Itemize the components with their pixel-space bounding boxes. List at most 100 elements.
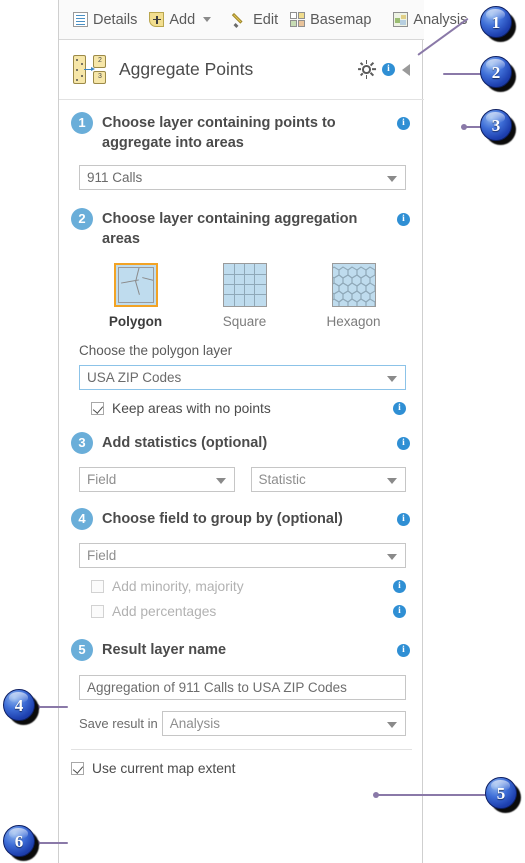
use-extent-label: Use current map extent bbox=[92, 761, 236, 777]
callout-badge-6: 6 bbox=[3, 825, 39, 861]
square-grid-icon bbox=[222, 263, 267, 308]
collapse-left-icon[interactable] bbox=[402, 63, 410, 76]
step-5-row: 5 Result layer name i bbox=[59, 639, 424, 662]
use-extent-checkbox[interactable] bbox=[71, 762, 84, 776]
add-percentages-info-icon[interactable]: i bbox=[393, 605, 406, 619]
callout-badge-5: 5 bbox=[485, 777, 521, 813]
gear-icon[interactable] bbox=[358, 60, 375, 79]
groupby-field-select[interactable]: Field bbox=[79, 543, 406, 569]
polygon-layer-value: USA ZIP Codes bbox=[87, 370, 182, 386]
geometry-label-polygon: Polygon bbox=[108, 314, 163, 330]
basemap-icon bbox=[290, 12, 306, 27]
section-divider bbox=[71, 749, 412, 751]
step-3-info-icon[interactable]: i bbox=[397, 437, 410, 451]
keep-areas-label: Keep areas with no points bbox=[112, 401, 271, 417]
callout-5-number: 5 bbox=[496, 783, 506, 803]
toolbar-label-basemap: Basemap bbox=[310, 11, 372, 28]
result-name-input[interactable]: Aggregation of 911 Calls to USA ZIP Code… bbox=[79, 675, 406, 701]
step-2-row: 2 Choose layer containing aggregation ar… bbox=[59, 208, 424, 249]
hexagon-grid-svg bbox=[332, 266, 375, 307]
screenshot-root: Details Add Edit Basemap Analysis 2 3 Ag… bbox=[0, 0, 525, 863]
hexagon-grid-icon bbox=[331, 263, 376, 308]
chevron-down-icon bbox=[387, 175, 397, 182]
step-4-label: Choose field to group by (optional) bbox=[102, 511, 343, 528]
chevron-down-icon bbox=[387, 553, 397, 560]
use-extent-row: Use current map extent bbox=[59, 761, 424, 776]
polygon-layer-select[interactable]: USA ZIP Codes bbox=[79, 365, 406, 391]
geometry-option-square[interactable]: Square bbox=[190, 263, 299, 329]
map-toolbar: Details Add Edit Basemap Analysis bbox=[59, 0, 467, 40]
step-2-bullet: 2 bbox=[71, 208, 93, 231]
keep-areas-checkbox[interactable] bbox=[91, 402, 104, 416]
points-layer-select[interactable]: 911 Calls bbox=[79, 165, 406, 191]
info-icon[interactable]: i bbox=[382, 63, 395, 76]
callout-badge-4: 4 bbox=[3, 689, 39, 725]
chevron-down-icon bbox=[387, 477, 397, 484]
step-5-bullet: 5 bbox=[71, 639, 93, 662]
groupby-field-value: Field bbox=[87, 548, 117, 564]
add-percentages-row: Add percentages i bbox=[59, 604, 424, 619]
toolbar-label-details: Details bbox=[93, 11, 138, 28]
add-icon bbox=[149, 12, 165, 27]
toolbar-button-add[interactable]: Add bbox=[143, 6, 217, 34]
save-result-row: Save result in Analysis bbox=[59, 711, 424, 737]
analysis-tool-panel: Details Add Edit Basemap Analysis 2 3 Ag… bbox=[58, 0, 467, 863]
geometry-option-polygon[interactable]: Polygon bbox=[81, 263, 190, 329]
callout-badge-1: 1 bbox=[480, 6, 516, 42]
toolbar-button-details[interactable]: Details bbox=[67, 6, 143, 34]
tool-header-actions: i bbox=[358, 60, 410, 79]
statistics-statistic-select[interactable]: Statistic bbox=[250, 467, 406, 493]
step-1-label: Choose layer containing points to aggreg… bbox=[102, 115, 336, 151]
groupby-field: Field bbox=[59, 543, 424, 569]
chevron-down-icon bbox=[215, 477, 226, 484]
polygon-layer-field: USA ZIP Codes bbox=[59, 365, 424, 391]
chevron-down-icon bbox=[387, 375, 397, 382]
step-1-row: 1 Choose layer containing points to aggr… bbox=[59, 112, 424, 153]
step-3-row: 3 Add statistics (optional) i bbox=[59, 432, 424, 455]
geometry-option-hexagon[interactable]: Hexagon bbox=[299, 263, 408, 329]
tool-form: 1 Choose layer containing points to aggr… bbox=[59, 100, 424, 863]
step-4-info-icon[interactable]: i bbox=[397, 513, 410, 527]
result-name-value: Aggregation of 911 Calls to USA ZIP Code… bbox=[87, 680, 347, 696]
callout-2-leader bbox=[443, 73, 483, 76]
polygon-shape-icon bbox=[113, 263, 158, 308]
callout-badge-2: 2 bbox=[480, 56, 516, 92]
add-minority-label: Add minority, majority bbox=[112, 579, 244, 595]
keep-areas-info-icon[interactable]: i bbox=[393, 402, 406, 416]
chevron-down-icon bbox=[387, 721, 397, 728]
add-percentages-label: Add percentages bbox=[112, 604, 217, 620]
points-layer-value: 911 Calls bbox=[87, 170, 143, 186]
aggregate-points-icon: 2 3 bbox=[73, 54, 107, 85]
statistics-row: Field Statistic bbox=[59, 467, 424, 493]
step-1-bullet: 1 bbox=[71, 112, 93, 134]
toolbar-button-basemap[interactable]: Basemap bbox=[284, 6, 377, 34]
statistics-field-select[interactable]: Field bbox=[79, 467, 235, 493]
statistics-field-value: Field bbox=[87, 472, 117, 488]
step-2-info-icon[interactable]: i bbox=[397, 213, 410, 227]
save-result-label: Save result in bbox=[79, 716, 158, 732]
step-5-label: Result layer name bbox=[102, 642, 227, 659]
step-4-row: 4 Choose field to group by (optional) i bbox=[59, 508, 424, 531]
step-1-info-icon[interactable]: i bbox=[397, 117, 410, 130]
save-result-select[interactable]: Analysis bbox=[161, 711, 406, 737]
keep-areas-row: Keep areas with no points i bbox=[59, 401, 424, 416]
points-layer-field: 911 Calls bbox=[59, 165, 424, 191]
step-4-bullet: 4 bbox=[71, 508, 93, 531]
tool-header: 2 3 Aggregate Points i bbox=[59, 40, 424, 100]
step-3-bullet: 3 bbox=[71, 432, 93, 455]
add-percentages-checkbox[interactable] bbox=[91, 605, 104, 619]
toolbar-button-edit[interactable]: Edit bbox=[227, 6, 284, 34]
toolbar-label-edit: Edit bbox=[253, 11, 279, 28]
step-5-info-icon[interactable]: i bbox=[397, 644, 410, 658]
callout-3-number: 3 bbox=[491, 115, 501, 135]
toolbar-button-analysis[interactable]: Analysis bbox=[387, 6, 473, 34]
geometry-label-square: Square bbox=[222, 314, 267, 330]
polygon-layer-sublabel: Choose the polygon layer bbox=[79, 343, 233, 359]
add-minority-checkbox[interactable] bbox=[91, 580, 104, 594]
add-minority-info-icon[interactable]: i bbox=[393, 580, 406, 594]
toolbar-label-add: Add bbox=[169, 11, 196, 28]
edit-pencil-icon bbox=[232, 12, 248, 28]
callout-2-number: 2 bbox=[491, 62, 501, 82]
callout-1-number: 1 bbox=[491, 12, 501, 32]
save-result-value: Analysis bbox=[169, 716, 221, 732]
